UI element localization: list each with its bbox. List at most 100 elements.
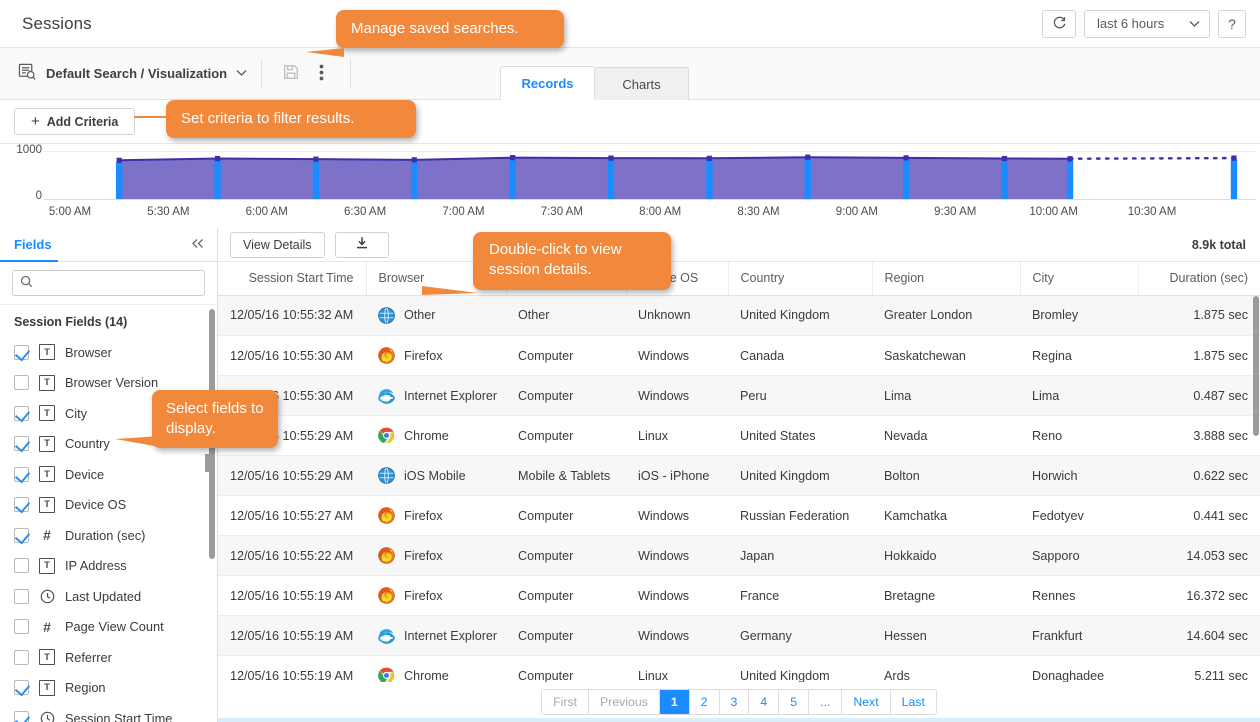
clock-icon <box>39 710 55 722</box>
field-checkbox[interactable] <box>14 405 29 421</box>
add-criteria-button[interactable]: + Add Criteria <box>14 108 136 135</box>
saved-search-selector[interactable]: Default Search / Visualization <box>0 63 247 84</box>
field-row-region[interactable]: T Region <box>0 673 217 704</box>
field-checkbox[interactable] <box>14 527 29 543</box>
cell-country: Peru <box>728 375 872 416</box>
field-row-last-updated[interactable]: Last Updated <box>0 581 217 612</box>
table-row[interactable]: 12/05/16 10:55:22 AM Firefox Computer Windo… <box>218 535 1260 576</box>
field-row-page-view-count[interactable]: # Page View Count <box>0 612 217 643</box>
pagination-next[interactable]: Next <box>842 690 891 714</box>
field-label: Last Updated <box>65 588 142 604</box>
cell-country: Japan <box>728 535 872 576</box>
pagination-ellipsis[interactable]: ... <box>809 690 843 714</box>
table-row[interactable]: 12/05/16 10:55:30 AM Internet Explorer Com… <box>218 375 1260 416</box>
field-checkbox[interactable] <box>14 466 29 482</box>
column-header-session-start-time[interactable]: Session Start Time <box>218 262 367 296</box>
cell-session-start-time: 12/05/16 10:55:19 AM <box>218 575 366 616</box>
field-checkbox[interactable] <box>14 649 29 665</box>
table-row[interactable]: 12/05/16 10:55:30 AM Firefox Computer Windo… <box>218 335 1260 376</box>
field-row-device-os[interactable]: T Device OS <box>0 490 217 521</box>
column-header-city[interactable]: City <box>1020 262 1139 296</box>
pagination-3[interactable]: 3 <box>719 690 750 714</box>
cell-session-start-time: 12/05/16 10:55:19 AM <box>218 655 366 682</box>
more-options-button[interactable] <box>306 59 336 89</box>
save-search-button[interactable] <box>276 59 306 89</box>
field-checkbox[interactable] <box>14 344 29 360</box>
cell-duration: 14.053 sec <box>1138 535 1260 576</box>
cell-country: Canada <box>728 335 872 376</box>
column-header-region[interactable]: Region <box>872 262 1021 296</box>
records-scrollbar[interactable] <box>1253 295 1259 436</box>
field-checkbox[interactable] <box>14 375 29 391</box>
collapse-panel-icon[interactable] <box>191 237 205 252</box>
pagination-last[interactable]: Last <box>890 690 936 714</box>
field-checkbox[interactable] <box>14 588 29 604</box>
table-row[interactable]: 12/05/16 10:55:19 AM Firefox Computer Windo… <box>218 575 1260 616</box>
text-field-icon: T <box>39 374 55 391</box>
export-button[interactable] <box>334 231 389 258</box>
field-checkbox[interactable] <box>14 680 29 696</box>
pagination-5[interactable]: 5 <box>779 690 810 714</box>
total-record-count: 8.9k total <box>1191 237 1246 252</box>
table-row[interactable]: 12/05/16 10:55:32 AM Other Other Unknown Uni… <box>218 295 1260 336</box>
divider <box>261 58 263 89</box>
cell-device: Computer <box>506 335 626 376</box>
field-row-browser[interactable]: T Browser <box>0 337 217 368</box>
cell-device: Computer <box>506 575 626 616</box>
field-row-ip-address[interactable]: T IP Address <box>0 551 217 582</box>
refresh-button[interactable] <box>1042 9 1076 38</box>
help-button[interactable]: ? <box>1218 9 1246 38</box>
field-checkbox[interactable] <box>14 436 29 452</box>
field-row-session-start-time[interactable]: Session Start Time <box>0 703 217 722</box>
field-checkbox[interactable] <box>14 558 29 574</box>
table-row[interactable]: 12/05/16 10:55:19 AM Internet Explorer Com… <box>218 615 1260 656</box>
cell-city: Sapporo <box>1020 535 1138 576</box>
callout-criteria-connector <box>134 116 174 118</box>
field-row-referrer[interactable]: T Referrer <box>0 642 217 673</box>
field-label: Duration (sec) <box>65 527 146 543</box>
cell-city: Reno <box>1020 415 1138 456</box>
field-row-duration-sec[interactable]: # Duration (sec) <box>0 520 217 551</box>
pagination-1[interactable]: 1 <box>659 690 690 714</box>
table-row[interactable]: 12/05/16 10:55:29 AM iOS Mobile Mobile & T… <box>218 455 1260 496</box>
cell-device: Mobile & Tablets <box>506 455 626 496</box>
firefox-icon <box>378 547 395 564</box>
tab-records[interactable]: Records <box>500 66 595 100</box>
sessions-timeline-chart[interactable]: 1000 0 5:00 AM 5:30 AM 6:00 AM 6:30 AM 7:00 … <box>0 144 1260 228</box>
chart-xtick: 7:30 AM <box>540 206 583 218</box>
cell-browser-label: Firefox <box>404 588 443 603</box>
cell-duration: 1.875 sec <box>1138 295 1260 336</box>
field-checkbox[interactable] <box>14 497 29 513</box>
chart-xtick: 9:00 AM <box>835 206 879 218</box>
chart-xtick: 5:00 AM <box>48 206 92 218</box>
fields-panel-header: Fields <box>0 228 217 262</box>
table-row[interactable]: 12/05/16 10:55:29 AM Chrome Computer Linux U… <box>218 415 1260 456</box>
column-header-country[interactable]: Country <box>728 262 873 296</box>
cell-device: Computer <box>506 415 626 456</box>
cell-browser-label: Internet Explorer <box>404 628 498 643</box>
column-header-duration-sec[interactable]: Duration (sec) <box>1138 262 1260 296</box>
tab-charts[interactable]: Charts <box>594 67 689 100</box>
field-checkbox[interactable] <box>14 619 29 635</box>
pagination-2[interactable]: 2 <box>689 690 720 714</box>
fields-search-input[interactable] <box>39 275 198 291</box>
callout-double-click-details: Double-click to view session details. <box>473 232 671 290</box>
fields-tab[interactable]: Fields <box>14 237 52 252</box>
text-field-icon: T <box>39 649 55 666</box>
view-details-button[interactable]: View Details <box>230 231 325 258</box>
table-row[interactable]: 12/05/16 10:55:19 AM Chrome Computer Linux U… <box>218 655 1260 682</box>
fields-list[interactable]: Session Fields (14) T Browser T Browser Ver… <box>0 304 217 722</box>
pagination-4[interactable]: 4 <box>749 690 780 714</box>
cell-browser-label: Internet Explorer <box>404 388 498 403</box>
cell-city: Regina <box>1020 335 1138 376</box>
table-row[interactable]: 12/05/16 10:55:27 AM Firefox Computer Windo… <box>218 495 1260 536</box>
time-range-select[interactable]: last 6 hours <box>1084 9 1210 38</box>
cell-duration: 0.441 sec <box>1138 495 1260 536</box>
field-checkbox[interactable] <box>14 710 29 722</box>
records-scroll-area[interactable]: 12/05/16 10:55:32 AM Other Other Unknown Uni… <box>218 295 1260 682</box>
cell-region: Bolton <box>872 455 1020 496</box>
cell-browser: iOS Mobile <box>366 455 506 496</box>
field-row-device[interactable]: T Device <box>0 459 217 490</box>
fields-search-box[interactable] <box>12 270 205 296</box>
callout-set-criteria: Set criteria to filter results. <box>166 100 416 138</box>
